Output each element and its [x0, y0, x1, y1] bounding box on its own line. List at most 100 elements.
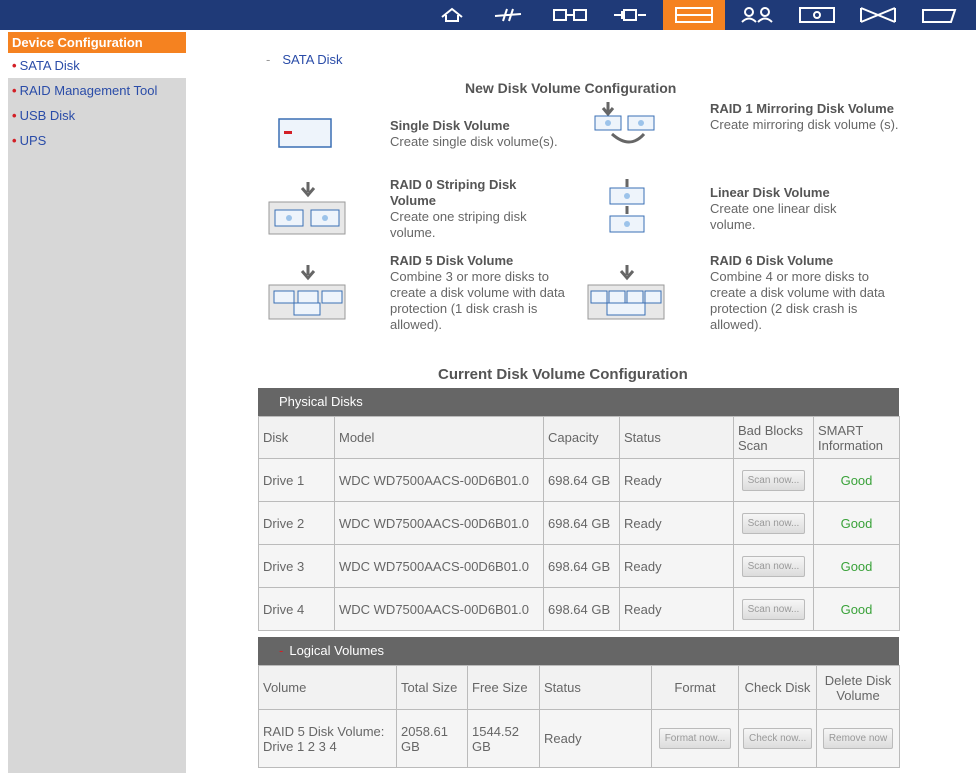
- table-header-row: Disk Model Capacity Status Bad Blocks Sc…: [258, 416, 900, 459]
- sidebar-item-label: SATA Disk: [19, 58, 80, 73]
- logical-volumes-header[interactable]: - Logical Volumes: [258, 637, 899, 665]
- format-now-button[interactable]: Format now...: [658, 728, 732, 749]
- users-icon[interactable]: [735, 4, 779, 26]
- option-title: RAID 1 Mirroring Disk Volume: [710, 101, 894, 116]
- column-header: Format: [651, 665, 739, 710]
- option-desc: Create single disk volume(s).: [390, 134, 558, 149]
- logical-volumes-title: Logical Volumes: [289, 643, 385, 658]
- physical-disks-header: Physical Disks: [258, 388, 899, 416]
- capacity-cell: 698.64 GB: [543, 587, 620, 631]
- option-raid6[interactable]: RAID 6 Disk Volume Combine 4 or more dis…: [710, 253, 895, 333]
- column-header: Total Size: [396, 665, 468, 710]
- collapse-icon: -: [279, 643, 284, 658]
- remove-now-button[interactable]: Remove now: [822, 728, 894, 749]
- monitor-icon[interactable]: [796, 4, 838, 26]
- model-cell: WDC WD7500AACS-00D6B01.0: [334, 458, 544, 502]
- sidebar-item-label: USB Disk: [19, 108, 76, 123]
- option-desc: Combine 4 or more disks to create a disk…: [710, 269, 885, 332]
- column-header: Disk: [258, 416, 335, 459]
- column-header: Delete Disk Volume: [816, 665, 900, 710]
- smart-cell: Good: [813, 458, 900, 502]
- model-cell: WDC WD7500AACS-00D6B01.0: [334, 587, 544, 631]
- capacity-cell: 698.64 GB: [543, 458, 620, 502]
- network-icon[interactable]: [488, 4, 528, 26]
- sidebar-item-label: UPS: [19, 133, 47, 148]
- bullet-icon: •: [12, 133, 17, 148]
- logical-volumes-panel: - Logical Volumes Volume Total Size Free …: [258, 637, 900, 768]
- sidebar-title: Device Configuration: [8, 32, 186, 53]
- column-header: Model: [334, 416, 544, 459]
- smart-cell: Good: [813, 544, 900, 588]
- bullet-icon: •: [12, 83, 17, 98]
- bullet-icon: •: [12, 108, 17, 123]
- delete-cell: Remove now: [816, 709, 900, 768]
- raid0-striping-icon[interactable]: [268, 180, 348, 239]
- column-header: Check Disk: [738, 665, 817, 710]
- new-config-title: New Disk Volume Configuration: [465, 80, 677, 96]
- raid5-disk-icon[interactable]: [268, 263, 348, 324]
- logical-volumes-table: Volume Total Size Free Size Status Forma…: [258, 665, 900, 768]
- scan-cell: Scan now...: [733, 501, 814, 545]
- total-size-cell: 2058.61 GB: [396, 709, 468, 768]
- single-disk-icon[interactable]: [278, 118, 332, 153]
- section-label: SATA Disk: [282, 52, 343, 67]
- disk-cell: Drive 1: [258, 458, 335, 502]
- top-navigation-bar: [0, 0, 976, 30]
- scan-now-button[interactable]: Scan now...: [741, 512, 806, 534]
- column-header: Status: [619, 416, 734, 459]
- current-config-title: Current Disk Volume Configuration: [438, 366, 688, 383]
- check-cell: Check now...: [738, 709, 817, 768]
- option-desc: Create one linear disk volume.: [710, 201, 837, 232]
- model-cell: WDC WD7500AACS-00D6B01.0: [334, 544, 544, 588]
- scan-now-button[interactable]: Scan now...: [741, 555, 806, 577]
- disk-cell: Drive 2: [258, 501, 335, 545]
- capacity-cell: 698.64 GB: [543, 501, 620, 545]
- sidebar-item-sata-disk[interactable]: • SATA Disk: [8, 53, 186, 78]
- folder-icon[interactable]: [918, 4, 964, 26]
- sidebar-item-raid-management-tool[interactable]: • RAID Management Tool: [8, 78, 186, 103]
- column-header: SMART Information: [813, 416, 900, 459]
- status-cell: Ready: [619, 501, 734, 545]
- raid6-disk-icon[interactable]: [587, 263, 667, 324]
- column-header: Bad Blocks Scan: [733, 416, 814, 459]
- section-header[interactable]: - SATA Disk: [266, 52, 343, 67]
- disk-config-icon[interactable]: [663, 0, 725, 30]
- column-header: Capacity: [543, 416, 620, 459]
- device-icon[interactable]: [548, 4, 592, 26]
- table-row: Drive 3 WDC WD7500AACS-00D6B01.0 698.64 …: [258, 544, 900, 588]
- format-cell: Format now...: [651, 709, 739, 768]
- scan-now-button[interactable]: Scan now...: [741, 469, 806, 491]
- share-icon[interactable]: [856, 4, 900, 26]
- linear-disk-icon[interactable]: [607, 178, 647, 239]
- scan-now-button[interactable]: Scan now...: [741, 598, 806, 620]
- connector-icon[interactable]: [608, 4, 652, 26]
- home-icon[interactable]: [432, 4, 472, 26]
- option-title: RAID 0 Striping Disk Volume: [390, 177, 517, 208]
- option-desc: Create mirroring disk volume (s).: [710, 117, 899, 132]
- scan-cell: Scan now...: [733, 458, 814, 502]
- sidebar: Device Configuration • SATA Disk • RAID Ma…: [8, 32, 186, 773]
- disk-cell: Drive 3: [258, 544, 335, 588]
- scan-cell: Scan now...: [733, 544, 814, 588]
- option-title: Single Disk Volume: [390, 118, 510, 133]
- raid1-mirroring-icon[interactable]: [592, 100, 662, 153]
- status-cell: Ready: [619, 458, 734, 502]
- smart-cell: Good: [813, 501, 900, 545]
- option-single-disk[interactable]: Single Disk Volume Create single disk vo…: [390, 118, 580, 150]
- option-raid5[interactable]: RAID 5 Disk Volume Combine 3 or more dis…: [390, 253, 575, 333]
- check-now-button[interactable]: Check now...: [743, 728, 813, 749]
- option-linear[interactable]: Linear Disk Volume Create one linear dis…: [710, 185, 870, 233]
- scan-cell: Scan now...: [733, 587, 814, 631]
- capacity-cell: 698.64 GB: [543, 544, 620, 588]
- option-raid1[interactable]: RAID 1 Mirroring Disk Volume Create mirr…: [710, 101, 900, 133]
- status-cell: Ready: [539, 709, 652, 768]
- sidebar-item-ups[interactable]: • UPS: [8, 128, 186, 153]
- sidebar-item-label: RAID Management Tool: [19, 83, 158, 98]
- option-raid0[interactable]: RAID 0 Striping Disk Volume Create one s…: [390, 177, 565, 241]
- option-desc: Create one striping disk volume.: [390, 209, 527, 240]
- sidebar-item-usb-disk[interactable]: • USB Disk: [8, 103, 186, 128]
- option-title: Linear Disk Volume: [710, 185, 830, 200]
- volume-cell: RAID 5 Disk Volume: Drive 1 2 3 4: [258, 709, 397, 768]
- model-cell: WDC WD7500AACS-00D6B01.0: [334, 501, 544, 545]
- physical-disks-panel: Physical Disks Disk Model Capacity Statu…: [258, 388, 900, 631]
